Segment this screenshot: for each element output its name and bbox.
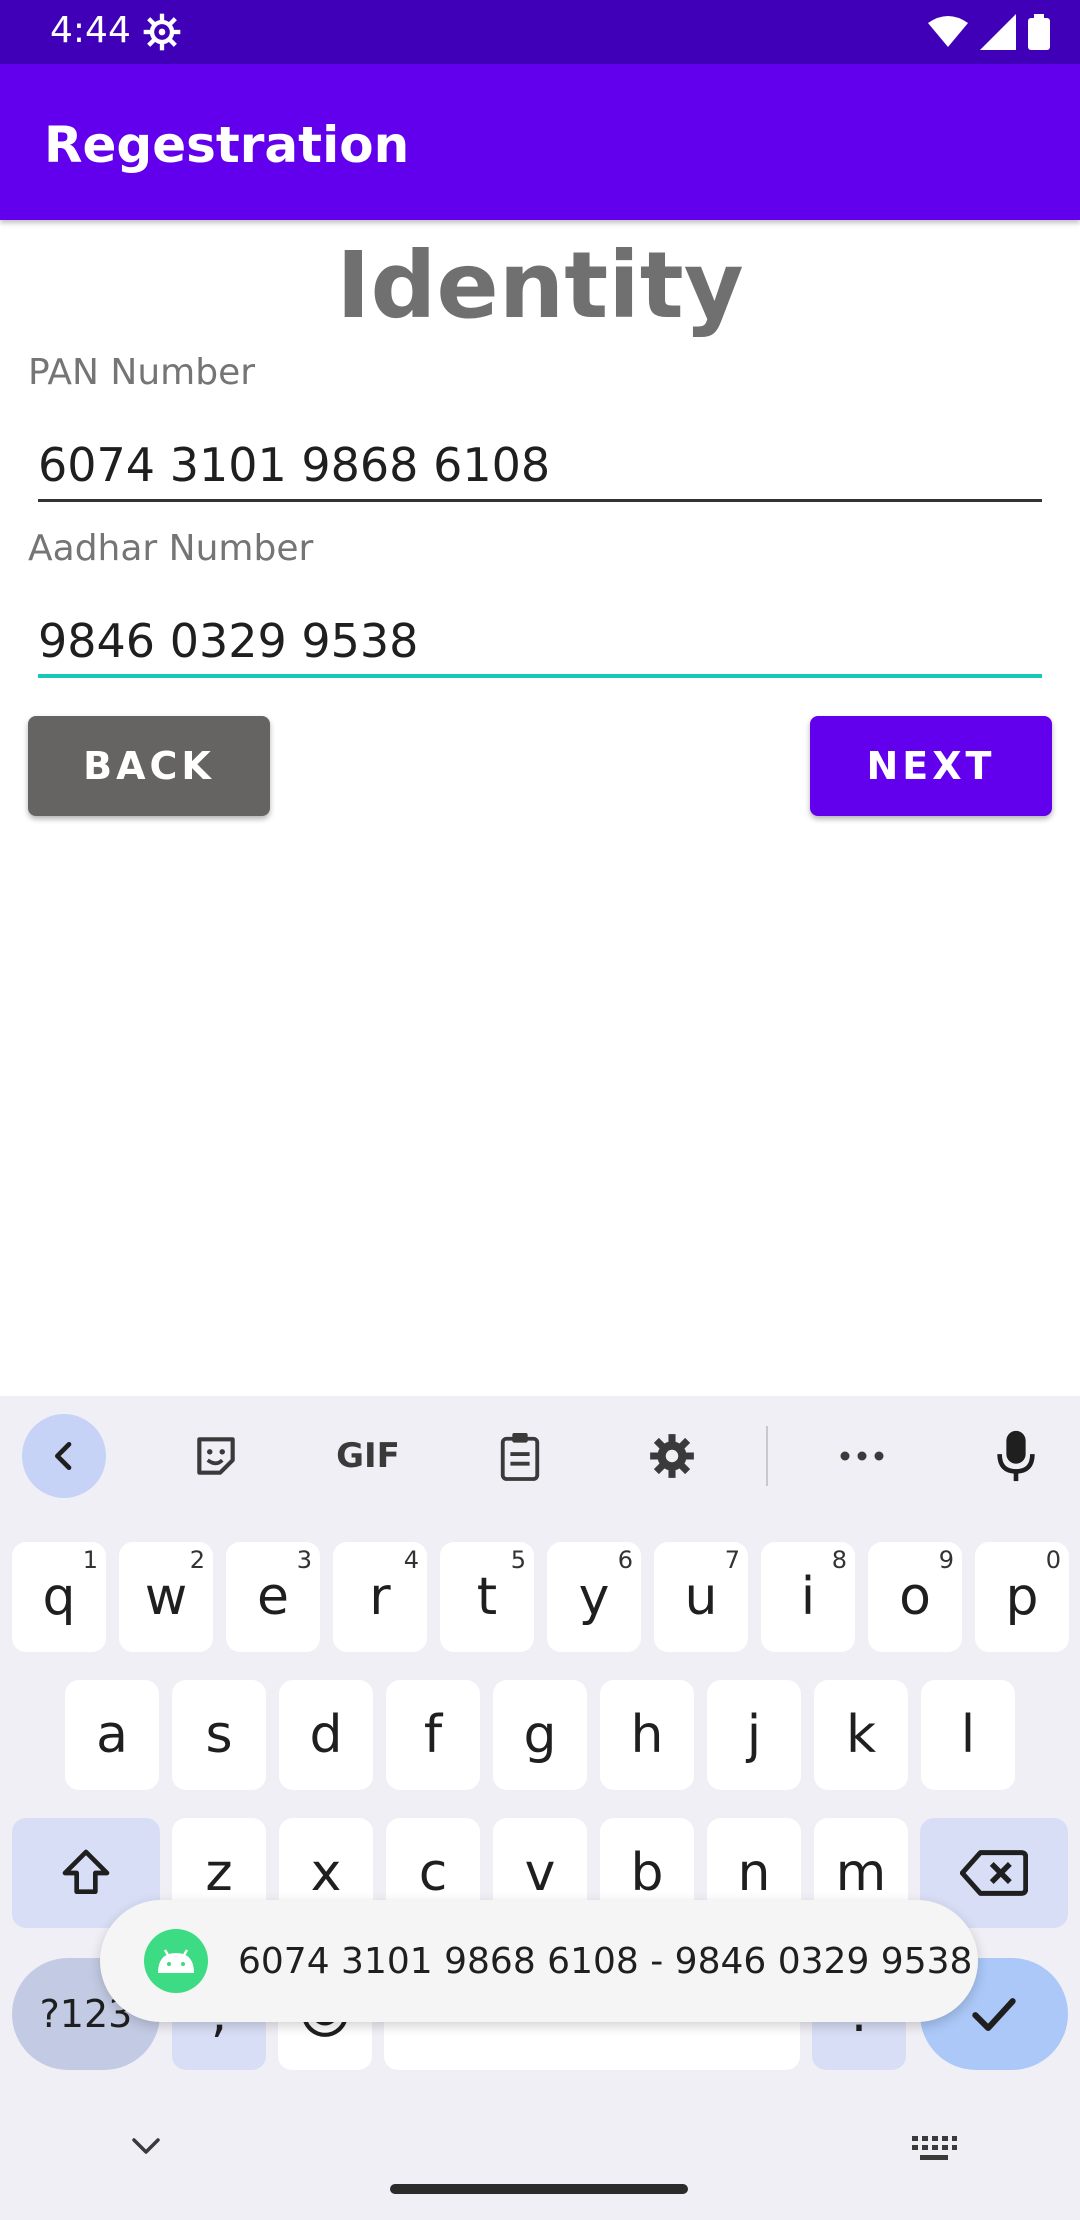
key-label: u	[684, 1567, 718, 1627]
key-label: g	[523, 1705, 557, 1765]
check-icon	[972, 1998, 1016, 2032]
key-y[interactable]: y6	[547, 1542, 641, 1652]
keyboard-switch-icon[interactable]	[910, 2134, 958, 2164]
home-indicator[interactable]	[390, 2184, 688, 2194]
key-e[interactable]: e3	[226, 1542, 320, 1652]
key-label: q	[42, 1567, 76, 1627]
soft-keyboard: GIF	[0, 1396, 1080, 2220]
key-label: k	[845, 1705, 877, 1765]
toast: 6074 3101 9868 6108 - 9846 0329 9538	[100, 1900, 978, 2022]
key-label: h	[630, 1705, 664, 1765]
key-s[interactable]: s	[172, 1680, 266, 1790]
key-hint: 9	[938, 1546, 954, 1574]
key-label: t	[476, 1567, 498, 1627]
key-label: y	[578, 1567, 610, 1627]
wifi-icon	[928, 16, 968, 47]
status-icons	[928, 14, 1050, 50]
key-k[interactable]: k	[814, 1680, 908, 1790]
key-hint: 7	[724, 1546, 740, 1574]
key-h[interactable]: h	[600, 1680, 694, 1790]
key-label: i	[800, 1567, 816, 1627]
app-title: Regestration	[44, 116, 410, 174]
status-time: 4:44	[50, 10, 131, 51]
toolbar-divider	[766, 1426, 768, 1486]
key-label: s	[205, 1705, 233, 1765]
signal-icon	[980, 14, 1016, 50]
key-hint: 8	[831, 1546, 847, 1574]
key-label: w	[144, 1567, 188, 1627]
more-icon[interactable]	[820, 1414, 904, 1498]
battery-icon	[1028, 14, 1050, 50]
app-bar: Regestration	[0, 64, 1080, 220]
key-q[interactable]: q1	[12, 1542, 106, 1652]
back-button[interactable]: BACK	[28, 716, 270, 816]
toast-message: 6074 3101 9868 6108 - 9846 0329 9538	[238, 1940, 973, 1982]
key-p[interactable]: p0	[975, 1542, 1069, 1652]
key-label: b	[630, 1843, 664, 1903]
collapse-icon[interactable]	[22, 1414, 106, 1498]
key-hint: 0	[1045, 1546, 1061, 1574]
key-t[interactable]: t5	[440, 1542, 534, 1652]
gear-icon[interactable]	[630, 1414, 714, 1498]
key-hint: 4	[403, 1546, 419, 1574]
key-label: o	[899, 1567, 931, 1627]
hide-keyboard-icon[interactable]	[124, 2132, 168, 2162]
settings-status-icon	[143, 13, 181, 51]
pan-label: PAN Number	[28, 352, 256, 393]
key-d[interactable]: d	[279, 1680, 373, 1790]
key-o[interactable]: o9	[868, 1542, 962, 1652]
key-hint: 6	[617, 1546, 633, 1574]
key-label: r	[369, 1567, 391, 1627]
key-hint: 1	[82, 1546, 98, 1574]
next-button[interactable]: NEXT	[810, 716, 1052, 816]
key-u[interactable]: u7	[654, 1542, 748, 1652]
key-label: c	[418, 1843, 448, 1903]
key-label: e	[257, 1567, 289, 1627]
key-label: a	[96, 1705, 128, 1765]
sticker-icon[interactable]	[174, 1414, 258, 1498]
gif-icon[interactable]: GIF	[326, 1414, 410, 1498]
key-g[interactable]: g	[493, 1680, 587, 1790]
aadhar-input[interactable]: 9846 0329 9538	[38, 608, 1042, 678]
mic-icon[interactable]	[974, 1414, 1058, 1498]
key-hint: 3	[296, 1546, 312, 1574]
key-l[interactable]: l	[921, 1680, 1015, 1790]
key-label: z	[205, 1843, 233, 1903]
key-label: m	[835, 1843, 887, 1903]
key-label: v	[524, 1843, 556, 1903]
key-a[interactable]: a	[65, 1680, 159, 1790]
key-label: x	[310, 1843, 342, 1903]
key-hint: 5	[510, 1546, 526, 1574]
status-bar: 4:44	[0, 0, 1080, 64]
key-label: l	[960, 1705, 976, 1765]
key-label: p	[1005, 1567, 1039, 1627]
clipboard-icon[interactable]	[478, 1414, 562, 1498]
key-r[interactable]: r4	[333, 1542, 427, 1652]
gif-label: GIF	[336, 1436, 400, 1476]
key-f[interactable]: f	[386, 1680, 480, 1790]
pan-input[interactable]: 6074 3101 9868 6108	[38, 432, 1042, 502]
key-label: n	[737, 1843, 771, 1903]
key-label: d	[309, 1705, 343, 1765]
keyboard-toolbar: GIF	[0, 1396, 1080, 1516]
page-heading: Identity	[336, 232, 744, 339]
aadhar-label: Aadhar Number	[28, 528, 314, 569]
key-label: f	[423, 1705, 443, 1765]
key-label: j	[746, 1705, 762, 1765]
key-hint: 2	[189, 1546, 205, 1574]
key-i[interactable]: i8	[761, 1542, 855, 1652]
key-w[interactable]: w2	[119, 1542, 213, 1652]
android-icon	[144, 1929, 208, 1993]
key-j[interactable]: j	[707, 1680, 801, 1790]
